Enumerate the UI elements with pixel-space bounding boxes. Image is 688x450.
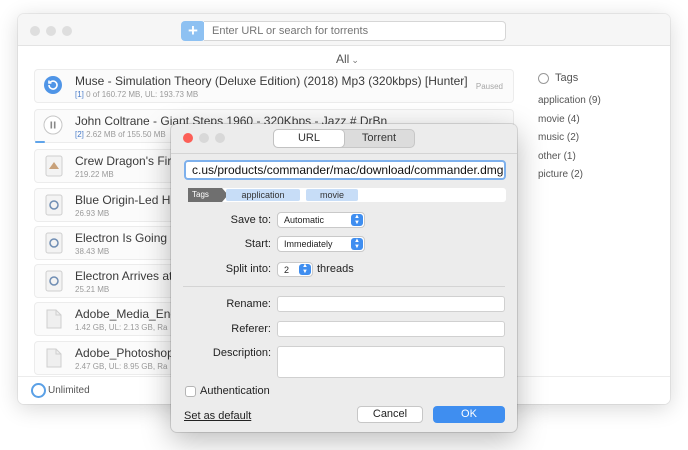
zoom-window-button[interactable]	[62, 26, 72, 36]
title-bar: +	[18, 14, 670, 46]
download-meta: 2.47 GB, UL: 8.95 GB, Ra	[75, 362, 168, 371]
referer-label: Referer:	[231, 323, 271, 335]
tag-item-application[interactable]: application (9)	[538, 95, 658, 114]
download-meta: 38.43 MB	[75, 247, 110, 256]
tab-url[interactable]: URL	[274, 130, 344, 147]
document-icon	[43, 308, 65, 330]
tags-header[interactable]: Tags	[538, 72, 658, 84]
download-index: [1]	[75, 90, 84, 99]
download-meta: 219.22 MB	[75, 170, 114, 179]
dialog-divider	[171, 153, 517, 154]
threads-label: threads	[317, 263, 354, 275]
tags-panel: Tags application (9) movie (4) music (2)…	[538, 72, 658, 188]
url-input[interactable]: c.us/products/commander/mac/download/com…	[184, 160, 506, 180]
plus-icon: +	[188, 21, 198, 40]
authentication-checkbox[interactable]	[185, 386, 196, 397]
download-size: 2.62 MB of 155.50 MB	[83, 130, 166, 139]
add-url-dialog: URL Torrent c.us/products/commander/mac/…	[171, 124, 517, 432]
download-meta: [1] 0 of 160.72 MB, UL: 193.73 MB	[75, 90, 198, 99]
download-meta: 26.93 MB	[75, 209, 110, 218]
authentication-label[interactable]: Authentication	[200, 385, 270, 397]
download-name: Adobe_Media_Enco	[75, 307, 184, 321]
download-meta: [2] 2.62 MB of 155.50 MB	[75, 130, 166, 139]
split-into-label: Split into:	[225, 263, 271, 275]
dialog-minimize-button	[199, 133, 209, 143]
tag-circle-icon	[538, 72, 549, 84]
tag-item-movie[interactable]: movie (4)	[538, 114, 658, 133]
speed-limit-label[interactable]: Unlimited	[48, 385, 90, 396]
document-icon	[43, 155, 65, 177]
download-name: Electron Arrives at R	[75, 269, 185, 283]
speedometer-icon[interactable]	[31, 383, 46, 398]
referer-input[interactable]	[277, 321, 505, 337]
start-value: Immediately	[284, 239, 333, 249]
split-threads-stepper[interactable]: 2 ▲ ▼	[277, 262, 313, 277]
tag-item-music[interactable]: music (2)	[538, 132, 658, 151]
tag-chip-movie[interactable]: movie	[306, 189, 358, 201]
tag-item-picture[interactable]: picture (2)	[538, 169, 658, 188]
start-label: Start:	[244, 238, 271, 250]
chevron-down-icon: ⌄	[351, 55, 359, 65]
rename-label: Rename:	[226, 298, 271, 310]
rename-input[interactable]	[277, 296, 505, 312]
form-separator	[183, 286, 505, 287]
document-icon	[43, 270, 65, 292]
ok-button[interactable]: OK	[433, 406, 505, 423]
description-label: Description:	[212, 347, 271, 359]
download-status: Paused	[475, 82, 503, 91]
tab-torrent[interactable]: Torrent	[344, 130, 414, 147]
updown-chevron-icon: ▲ ▼	[351, 238, 363, 250]
cancel-button[interactable]: Cancel	[357, 406, 423, 423]
tag-chip-application[interactable]: application	[226, 189, 300, 201]
download-row[interactable]: Muse - Simulation Theory (Deluxe Edition…	[34, 69, 514, 103]
split-value: 2	[284, 265, 290, 275]
download-size: 0 of 160.72 MB, UL: 193.73 MB	[83, 90, 199, 99]
download-meta: 25.21 MB	[75, 285, 110, 294]
download-progress-bar	[35, 141, 45, 143]
save-to-label: Save to:	[230, 214, 271, 226]
tags-label: Tags	[188, 188, 228, 202]
document-icon	[43, 232, 65, 254]
save-to-select[interactable]: Automatic ▲ ▼	[277, 212, 365, 228]
filter-label: All	[336, 52, 350, 66]
download-meta: 1.42 GB, UL: 2.13 GB, Ra	[75, 323, 168, 332]
dialog-zoom-button	[215, 133, 225, 143]
download-name: Electron Is Going Re	[75, 231, 186, 245]
download-name: Muse - Simulation Theory (Deluxe Edition…	[75, 74, 468, 88]
stepper-arrows-icon[interactable]: ▲ ▼	[299, 263, 311, 275]
tags-field[interactable]: Tags application movie	[188, 188, 506, 202]
updown-chevron-icon: ▲ ▼	[351, 214, 363, 226]
download-name: Crew Dragon's First	[75, 154, 181, 168]
close-window-button[interactable]	[30, 26, 40, 36]
set-as-default-link[interactable]: Set as default	[184, 410, 251, 422]
search-input[interactable]	[204, 21, 506, 41]
document-icon	[43, 347, 65, 369]
download-index: [2]	[75, 130, 84, 139]
minimize-window-button[interactable]	[46, 26, 56, 36]
description-textarea[interactable]	[277, 346, 505, 378]
tags-title: Tags	[555, 72, 579, 84]
document-icon	[43, 194, 65, 216]
dialog-close-button[interactable]	[183, 133, 193, 143]
pause-icon[interactable]	[43, 115, 65, 137]
source-segmented-control: URL Torrent	[273, 129, 415, 148]
add-download-button[interactable]: +	[181, 21, 205, 41]
start-select[interactable]: Immediately ▲ ▼	[277, 236, 365, 252]
refresh-icon[interactable]	[43, 75, 65, 97]
tag-item-other[interactable]: other (1)	[538, 151, 658, 170]
save-to-value: Automatic	[284, 215, 325, 225]
filter-dropdown[interactable]: All ⌄	[336, 52, 359, 66]
download-name: Blue Origin-Led HLS	[75, 193, 186, 207]
